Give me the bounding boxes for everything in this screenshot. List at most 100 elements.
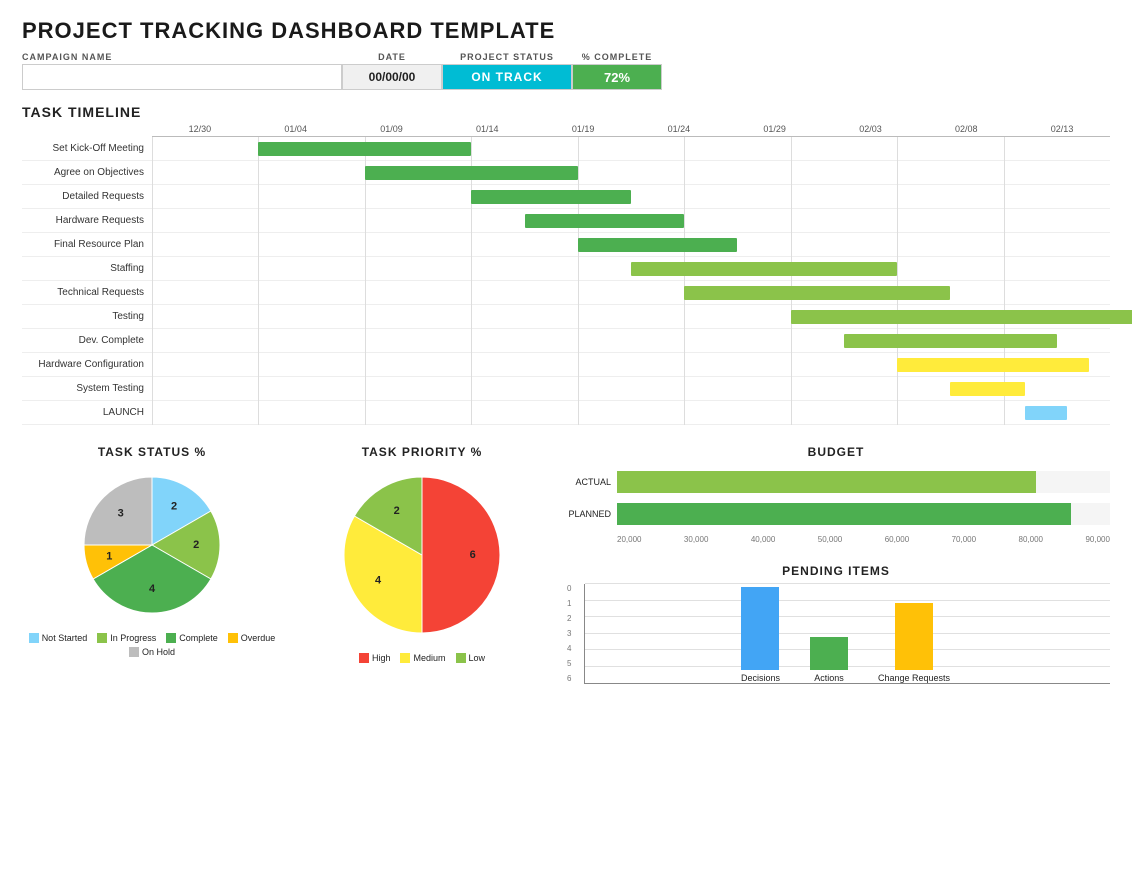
pending-bar-group: Decisions: [741, 587, 780, 683]
legend-label: Not Started: [42, 633, 88, 643]
legend-color: [228, 633, 238, 643]
pie-label: 2: [394, 505, 400, 517]
legend-label: Overdue: [241, 633, 276, 643]
pending-bar-label: Change Requests: [878, 673, 950, 683]
status-label: PROJECT STATUS: [442, 52, 572, 62]
budget-axis-label: 70,000: [952, 535, 976, 544]
pending-y-label: 2: [567, 614, 571, 623]
legend-item: Medium: [400, 653, 445, 663]
pie-segment: [422, 477, 500, 633]
pending-bar-group: Actions: [810, 637, 848, 683]
gantt-date: 01/14: [439, 124, 535, 134]
gantt-task-label: Hardware Requests: [22, 215, 152, 226]
pending-bar: [895, 603, 933, 670]
complete-label: % COMPLETE: [572, 52, 662, 62]
gantt-date: 01/04: [248, 124, 344, 134]
gantt-bar-area: [152, 401, 1110, 425]
gantt-bar: [365, 166, 578, 180]
gantt-task-label: Set Kick-Off Meeting: [22, 143, 152, 154]
gantt-bar-area: [152, 257, 1110, 281]
pending-chart: 6543210 DecisionsActionsChange Requests: [584, 584, 1110, 684]
gantt-bar-area: [152, 353, 1110, 377]
campaign-name-input[interactable]: [22, 64, 342, 90]
gantt-chart: 12/3001/0401/0901/1401/1901/2401/2902/03…: [22, 124, 1110, 425]
gantt-bar-area: [152, 185, 1110, 209]
gantt-row: Set Kick-Off Meeting: [22, 137, 1110, 161]
gantt-row: Hardware Configuration: [22, 353, 1110, 377]
legend-label: High: [372, 653, 391, 663]
gantt-row: Agree on Objectives: [22, 161, 1110, 185]
pending-y-label: 3: [567, 629, 571, 638]
gantt-bar: [791, 310, 1132, 324]
gantt-task-label: Staffing: [22, 263, 152, 274]
budget-bar: [617, 503, 1071, 525]
budget-bar-wrap: [617, 471, 1110, 493]
pie-label: 4: [375, 574, 382, 586]
budget-title: BUDGET: [562, 445, 1110, 459]
gantt-bar: [631, 262, 897, 276]
legend-color: [129, 647, 139, 657]
budget-bar-wrap: [617, 503, 1110, 525]
gantt-row: LAUNCH: [22, 401, 1110, 425]
task-priority-chart: TASK PRIORITY % 642 HighMediumLow: [292, 445, 552, 684]
pending-bar-group: Change Requests: [878, 603, 950, 683]
task-status-pie: 22413: [72, 465, 232, 625]
gantt-task-label: Agree on Objectives: [22, 167, 152, 178]
budget-row: ACTUAL: [562, 471, 1110, 493]
gantt-bar: [258, 142, 471, 156]
legend-label: Low: [469, 653, 486, 663]
gantt-row: Detailed Requests: [22, 185, 1110, 209]
pending-bar: [810, 637, 848, 670]
budget-row: PLANNED: [562, 503, 1110, 525]
legend-item: Low: [456, 653, 486, 663]
header-section: CAMPAIGN NAME DATE PROJECT STATUS % COMP…: [22, 52, 1110, 90]
legend-color: [29, 633, 39, 643]
budget-axis-label: 40,000: [751, 535, 775, 544]
gantt-date: 01/24: [631, 124, 727, 134]
legend-item: On Hold: [129, 647, 175, 657]
date-value: 00/00/00: [342, 64, 442, 90]
legend-label: Complete: [179, 633, 218, 643]
budget-row-label: ACTUAL: [562, 477, 617, 487]
legend-color: [359, 653, 369, 663]
gantt-bar: [471, 190, 631, 204]
task-priority-pie: 642: [332, 465, 512, 645]
gantt-bar: [525, 214, 685, 228]
budget-axis-label: 80,000: [1019, 535, 1043, 544]
pie-label: 2: [171, 501, 177, 513]
pending-y-label: 1: [567, 599, 571, 608]
gantt-row: Staffing: [22, 257, 1110, 281]
pie-label: 1: [106, 550, 112, 562]
gantt-bar-area: [152, 209, 1110, 233]
gantt-bar-area: [152, 161, 1110, 185]
task-status-title: TASK STATUS %: [22, 445, 282, 459]
pending-grid-line: [585, 600, 1110, 601]
gantt-bar-area: [152, 281, 1110, 305]
legend-label: In Progress: [110, 633, 156, 643]
gantt-date: 01/09: [344, 124, 440, 134]
page-title: PROJECT TRACKING DASHBOARD TEMPLATE: [22, 18, 1110, 44]
budget-chart: ACTUALPLANNED 20,00030,00040,00050,00060…: [562, 465, 1110, 550]
gantt-date: 02/03: [823, 124, 919, 134]
gantt-task-label: Dev. Complete: [22, 335, 152, 346]
gantt-row: Dev. Complete: [22, 329, 1110, 353]
gantt-row: Testing: [22, 305, 1110, 329]
gantt-bar-area: [152, 305, 1110, 329]
gantt-task-label: Detailed Requests: [22, 191, 152, 202]
budget-axis-label: 50,000: [818, 535, 842, 544]
pending-grid-line: [585, 616, 1110, 617]
pending-y-label: 5: [567, 659, 571, 668]
legend-color: [456, 653, 466, 663]
budget-axis-label: 20,000: [617, 535, 641, 544]
pie-label: 3: [118, 508, 124, 520]
task-priority-title: TASK PRIORITY %: [292, 445, 552, 459]
gantt-bar: [950, 382, 1025, 396]
gantt-bar: [1025, 406, 1068, 420]
gantt-row: System Testing: [22, 377, 1110, 401]
legend-item: In Progress: [97, 633, 156, 643]
legend-label: On Hold: [142, 647, 175, 657]
bottom-section: TASK STATUS % 2 2 4 1 3 Not Started In Progre…: [22, 445, 1110, 684]
gantt-task-label: Hardware Configuration: [22, 359, 152, 370]
budget-bar: [617, 471, 1036, 493]
gantt-row: Final Resource Plan: [22, 233, 1110, 257]
